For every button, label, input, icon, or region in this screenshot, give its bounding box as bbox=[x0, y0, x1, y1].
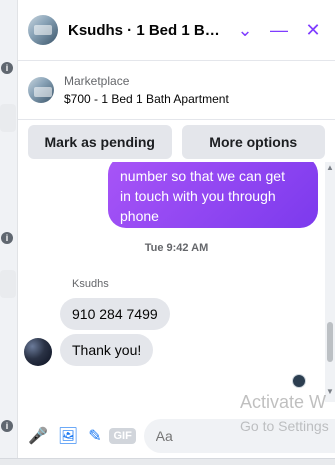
gif-label: GIF bbox=[109, 428, 136, 444]
info-icon: i bbox=[1, 420, 13, 432]
activation-watermark-line2: Go to Settings bbox=[240, 418, 329, 434]
chat-window: Ksudhs · 1 Bed 1 Bath Apar… ⌄ — ✕ Market… bbox=[18, 0, 335, 465]
scroll-up-icon[interactable]: ▲ bbox=[326, 164, 334, 172]
info-icon: i bbox=[1, 232, 13, 244]
taskbar bbox=[0, 458, 335, 465]
incoming-message-bubble[interactable]: 910 284 7499 bbox=[60, 298, 170, 330]
listing-thumbnail[interactable] bbox=[28, 15, 58, 45]
microphone-icon[interactable]: 🎤 bbox=[28, 425, 48, 447]
activation-watermark-line1: Activate W bbox=[240, 392, 327, 412]
marketplace-listing[interactable]: $700 - 1 Bed 1 Bath Apartment bbox=[64, 92, 229, 106]
photo-icon[interactable]: 🖼 bbox=[58, 425, 78, 447]
sender-avatar[interactable] bbox=[24, 338, 52, 366]
chat-header: Ksudhs · 1 Bed 1 Bath Apar… ⌄ — ✕ bbox=[18, 0, 335, 61]
message-thread[interactable]: number so that we can get in touch with … bbox=[18, 162, 335, 422]
info-icon: i bbox=[1, 62, 13, 74]
vertical-scrollbar[interactable]: ▲ ▼ bbox=[325, 162, 335, 402]
background-item bbox=[0, 270, 16, 298]
sender-name: Ksudhs bbox=[72, 278, 109, 290]
chat-title[interactable]: Ksudhs · 1 Bed 1 Bath Apar… bbox=[68, 22, 223, 39]
marketplace-label: Marketplace bbox=[64, 74, 130, 88]
scroll-down-icon[interactable]: ▼ bbox=[326, 388, 334, 396]
minimize-icon[interactable]: — bbox=[267, 18, 291, 42]
sticker-icon[interactable]: ✎ bbox=[88, 425, 101, 447]
chevron-down-icon[interactable]: ⌄ bbox=[233, 18, 257, 42]
close-icon[interactable]: ✕ bbox=[301, 18, 325, 42]
incoming-message-bubble[interactable]: Thank you! bbox=[60, 334, 154, 366]
marketplace-actions: Mark as pending More options bbox=[18, 120, 335, 165]
background-item bbox=[0, 104, 16, 132]
background-left-strip: i i i bbox=[0, 0, 19, 465]
screen: i i i Ksudhs · 1 Bed 1 Bath Apar… ⌄ — ✕ … bbox=[0, 0, 335, 465]
more-options-button[interactable]: More options bbox=[181, 125, 325, 159]
seen-indicator-avatar bbox=[292, 374, 306, 388]
outgoing-message-bubble[interactable]: number so that we can get in touch with … bbox=[108, 162, 318, 228]
marketplace-meta: Marketplace $700 - 1 Bed 1 Bath Apartmen… bbox=[64, 74, 229, 106]
gif-icon[interactable]: GIF bbox=[109, 425, 136, 447]
marketplace-thumbnail[interactable] bbox=[28, 77, 54, 103]
marketplace-summary: Marketplace $700 - 1 Bed 1 Bath Apartmen… bbox=[18, 61, 335, 120]
mark-as-pending-button[interactable]: Mark as pending bbox=[28, 125, 172, 159]
message-timestamp: Tue 9:42 AM bbox=[144, 242, 209, 254]
scrollbar-thumb[interactable] bbox=[327, 322, 333, 362]
